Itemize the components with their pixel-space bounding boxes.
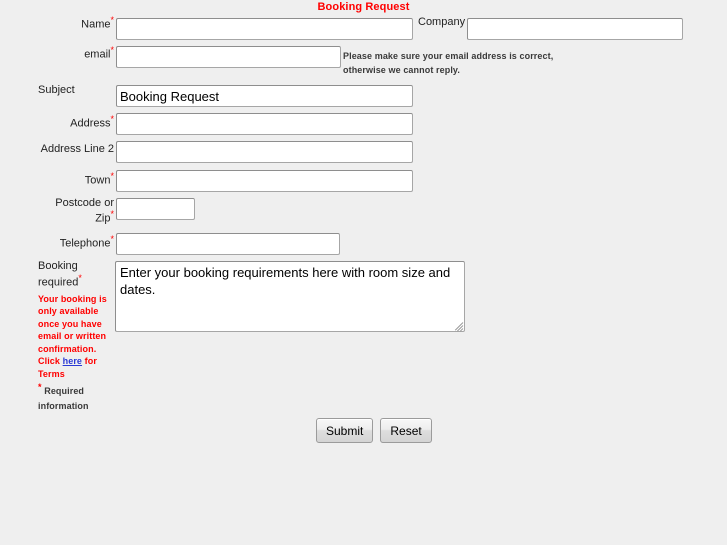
company-label: Company [418,16,466,28]
name-label: Name* [81,15,114,31]
telephone-required-marker: * [110,234,114,244]
postcode-required-marker: * [110,209,114,219]
name-label-wrap: Name* [38,16,114,32]
booking-required-label-line-1: Booking [38,260,78,272]
booking-terms-warning: Your booking is only available once you … [38,293,114,381]
address-line-2-input[interactable] [116,141,413,163]
legend-text: Required information [38,386,89,411]
address-label-wrap: Address* [38,115,114,131]
address-label: Address* [70,114,114,130]
booking-required-label-wrap: Booking required* Your booking is only a… [38,259,114,380]
booking-required-textarea-wrap: Enter your booking requirements here wit… [115,261,465,332]
town-required-marker: * [110,171,114,181]
subject-input[interactable] [116,85,413,107]
postcode-label-wrap: Postcode or Zip* [34,196,114,226]
legend-star: * [38,382,42,392]
address-required-marker: * [110,114,114,124]
booking-required-marker: * [78,273,82,283]
email-label: email* [84,45,114,61]
address-line-2-label-wrap: Address Line 2 [28,143,114,156]
email-note: Please make sure your email address is c… [343,51,554,75]
town-label: Town* [84,171,114,187]
required-information-legend: * Required information [38,380,118,414]
booking-request-form-page: Booking Request Name* Company email* Ple… [0,0,727,545]
telephone-label-wrap: Telephone* [38,235,114,251]
email-label-wrap: email* [38,46,114,62]
postcode-label-line-2: Zip* [95,209,114,225]
reset-button[interactable]: Reset [380,418,432,443]
name-input[interactable] [116,18,413,40]
subject-label: Subject [38,84,75,96]
name-required-marker: * [110,15,114,25]
page-title: Booking Request [317,1,410,13]
submit-button[interactable]: Submit [316,418,374,443]
address-line-2-label: Address Line 2 [40,143,114,155]
company-input[interactable] [467,18,683,40]
booking-required-textarea[interactable]: Enter your booking requirements here wit… [115,261,465,332]
postcode-label-line-1: Postcode or [55,197,114,209]
booking-required-label-line-2: required* [38,273,82,289]
telephone-input[interactable] [116,233,340,255]
email-input[interactable] [116,46,341,68]
form-button-bar: Submit Reset [316,418,432,443]
town-label-wrap: Town* [38,172,114,188]
subject-label-wrap: Subject [38,84,114,97]
address-input[interactable] [116,113,413,135]
company-label-wrap: Company [418,16,465,29]
town-input[interactable] [116,170,413,192]
email-required-marker: * [110,45,114,55]
terms-link[interactable]: here [63,356,82,366]
telephone-label: Telephone* [59,234,114,250]
postcode-input[interactable] [116,198,195,220]
